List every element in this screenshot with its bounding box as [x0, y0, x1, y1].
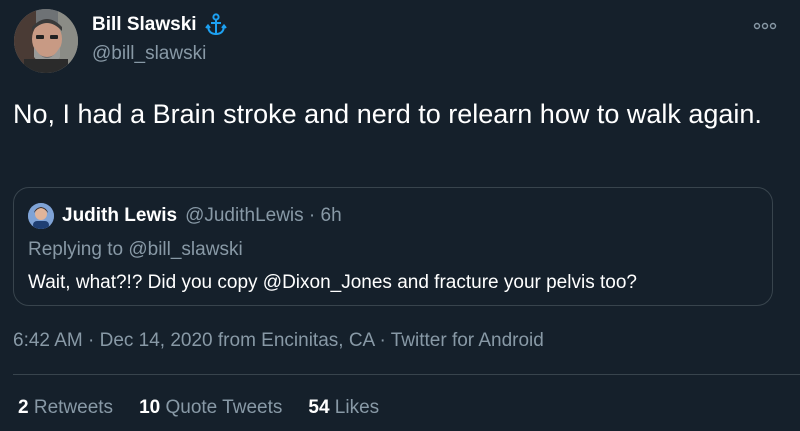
quote-tweets-stat[interactable]: 10 Quote Tweets [139, 397, 282, 419]
anchor-icon [204, 13, 227, 37]
retweets-count: 2 [18, 397, 29, 418]
likes-stat[interactable]: 54 Likes [308, 397, 379, 419]
quoted-tweet-text: Wait, what?!? Did you copy @Dixon_Jones … [28, 272, 637, 293]
divider-top [13, 374, 800, 375]
more-options-icon [753, 22, 777, 30]
quoted-author-avatar [28, 203, 54, 229]
quoted-tweet[interactable]: Judith Lewis @JudithLewis · 6h Replying … [13, 187, 773, 306]
author-display-name[interactable]: Bill Slawski [92, 14, 197, 36]
replying-to: Replying to @bill_slawski [28, 239, 243, 261]
quote-tweets-label: Quote Tweets [165, 397, 283, 418]
author-block: Bill Slawski @bill_slawski [92, 11, 227, 65]
quoted-tweet-header: Judith Lewis @JudithLewis · 6h [28, 203, 342, 229]
tweet-text: No, I had a Brain stroke and nerd to rel… [13, 99, 762, 129]
likes-label: Likes [334, 397, 380, 418]
retweets-stat[interactable]: 2 Retweets [18, 397, 113, 419]
avatar-image [14, 9, 78, 73]
tweet-stats: 2 Retweets 10 Quote Tweets 54 Likes [18, 397, 379, 419]
quoted-author-name: Judith Lewis [62, 205, 178, 226]
replying-prefix: Replying to [28, 239, 129, 260]
author-handle[interactable]: @bill_slawski [92, 43, 227, 65]
tweet-detail: Bill Slawski @bill_slawski No, I had a B… [0, 0, 800, 431]
more-options-button[interactable] [752, 16, 778, 36]
quote-tweets-count: 10 [139, 397, 161, 418]
author-name-row: Bill Slawski [92, 11, 227, 39]
retweets-label: Retweets [33, 397, 114, 418]
author-avatar[interactable] [14, 9, 78, 73]
quoted-handle-time: @JudithLewis · 6h [185, 205, 342, 226]
tweet-meta: 6:42 AM · Dec 14, 2020 from Encinitas, C… [13, 330, 544, 351]
replying-mention[interactable]: @bill_slawski [128, 239, 242, 260]
likes-count: 54 [308, 397, 330, 418]
